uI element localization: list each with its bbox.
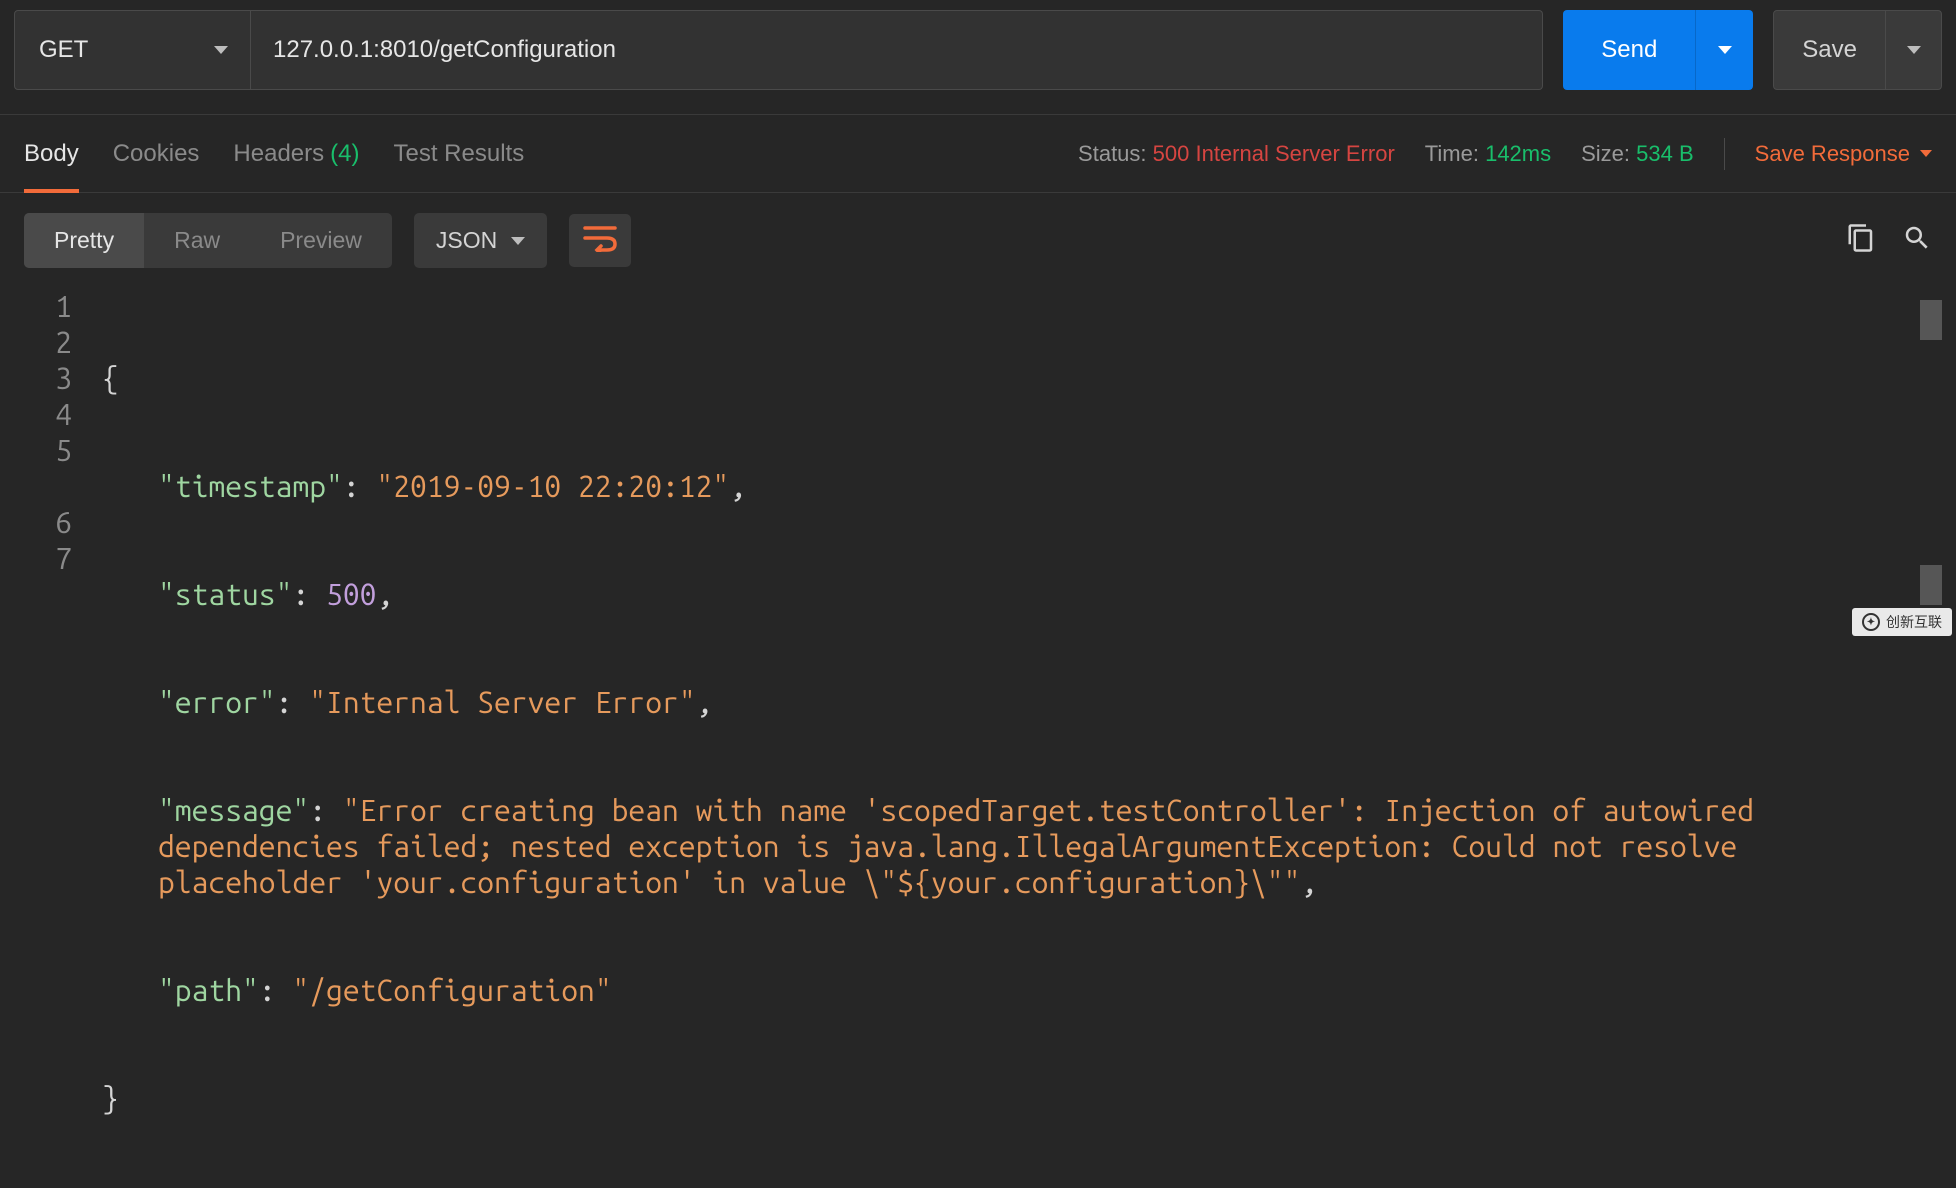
size-label: Size: [1581, 141, 1630, 166]
tab-cookies[interactable]: Cookies [113, 115, 200, 192]
status-label: Status: [1078, 141, 1146, 166]
tab-headers[interactable]: Headers (4) [233, 115, 359, 192]
send-dropdown-toggle[interactable] [1695, 10, 1753, 90]
view-mode-segment: Pretty Raw Preview [24, 213, 392, 268]
tab-test-results[interactable]: Test Results [393, 115, 524, 192]
save-button-label: Save [1774, 36, 1885, 64]
send-button-label: Send [1563, 36, 1695, 64]
search-icon [1902, 223, 1932, 253]
copy-icon [1846, 223, 1876, 253]
chevron-down-icon [511, 237, 525, 245]
save-response-button[interactable]: Save Response [1755, 141, 1932, 167]
format-value: JSON [436, 227, 497, 254]
response-body[interactable]: { "timestamp": "2019-09-10 22:20:12", "s… [102, 288, 1942, 1188]
watermark: ✦ 创新互联 [1852, 608, 1952, 636]
search-button[interactable] [1902, 223, 1932, 258]
view-raw[interactable]: Raw [144, 213, 250, 268]
wrap-lines-button[interactable] [569, 214, 631, 267]
line-gutter: 1 2 3 4 5 6 7 [14, 288, 102, 1188]
headers-count: (4) [330, 140, 359, 168]
chevron-down-icon [1920, 150, 1932, 157]
chevron-down-icon [1907, 46, 1921, 54]
chevron-down-icon [1718, 46, 1732, 54]
wrap-icon [583, 224, 617, 252]
tab-body[interactable]: Body [24, 115, 79, 192]
time-value: 142ms [1485, 141, 1551, 166]
url-input[interactable] [251, 10, 1543, 90]
http-method-value: GET [39, 36, 88, 64]
scrollbar-thumb[interactable] [1920, 565, 1942, 605]
view-pretty[interactable]: Pretty [24, 213, 144, 268]
send-button[interactable]: Send [1563, 10, 1753, 90]
http-method-select[interactable]: GET [14, 10, 251, 90]
format-select[interactable]: JSON [414, 213, 547, 268]
scrollbar-thumb[interactable] [1920, 300, 1942, 340]
save-dropdown-toggle[interactable] [1885, 11, 1941, 89]
copy-button[interactable] [1846, 223, 1876, 258]
size-value: 534 B [1636, 141, 1694, 166]
chevron-down-icon [214, 46, 228, 54]
time-label: Time: [1425, 141, 1479, 166]
status-value: 500 Internal Server Error [1153, 141, 1395, 166]
separator [1724, 138, 1725, 170]
view-preview[interactable]: Preview [250, 213, 392, 268]
save-button[interactable]: Save [1773, 10, 1942, 90]
